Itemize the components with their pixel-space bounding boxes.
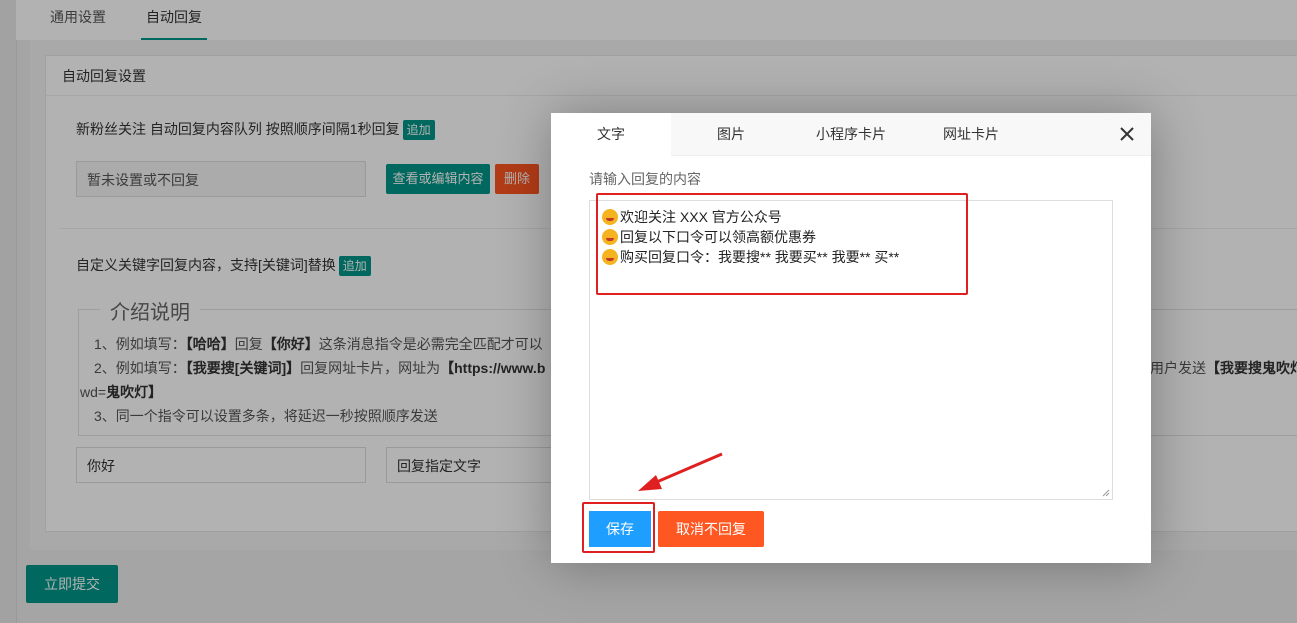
cancel-no-reply-button[interactable]: 取消不回复 <box>658 511 764 547</box>
content-label: 请输入回复的内容 <box>589 171 701 187</box>
tab-image[interactable]: 图片 <box>671 113 791 155</box>
text-highlight-box <box>596 193 968 295</box>
modal-tabs: 文字 图片 小程序卡片 网址卡片 <box>551 113 1151 156</box>
tab-mini-program-card[interactable]: 小程序卡片 <box>791 113 911 155</box>
tab-text[interactable]: 文字 <box>551 113 671 156</box>
tab-url-card[interactable]: 网址卡片 <box>911 113 1031 155</box>
red-arrow-icon <box>638 452 723 491</box>
save-highlight-box <box>582 502 655 553</box>
resize-grip-icon[interactable] <box>1102 489 1110 497</box>
close-icon[interactable] <box>1117 124 1137 144</box>
